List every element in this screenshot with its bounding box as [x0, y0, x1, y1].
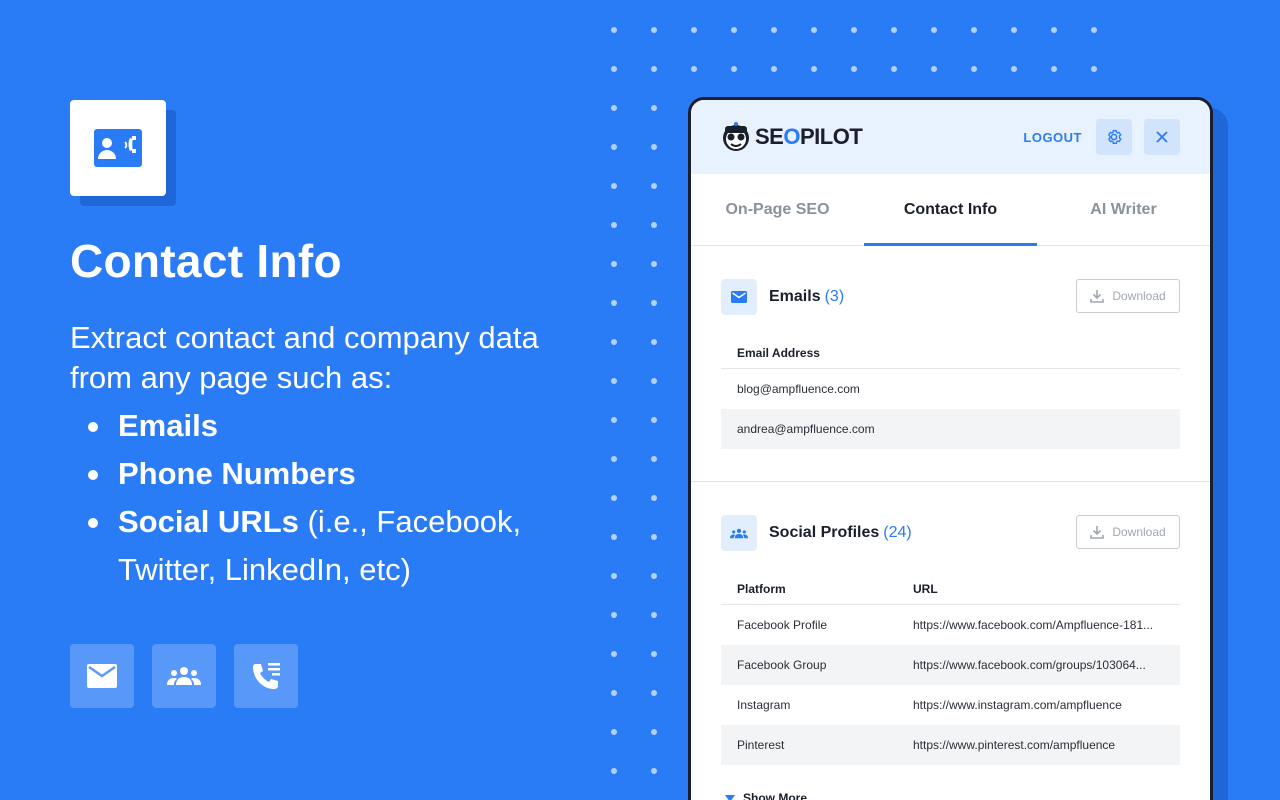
group-icon [152, 644, 216, 708]
social-profiles-section: Social Profiles (24) Download Platform U… [691, 515, 1210, 800]
close-button[interactable] [1144, 119, 1180, 155]
table-row[interactable]: Pinterest https://www.pinterest.com/ampf… [721, 725, 1180, 765]
panel-header: SEOPILOT LOGOUT [691, 100, 1210, 174]
logout-link[interactable]: LOGOUT [1023, 130, 1082, 145]
table-row[interactable]: blog@ampfluence.com [721, 369, 1180, 409]
emails-download-button[interactable]: Download [1076, 279, 1180, 313]
feature-emails: Emails [86, 402, 521, 450]
feature-phone-numbers: Phone Numbers [86, 450, 521, 498]
phone-list-icon [234, 644, 298, 708]
seopilot-logo: SEOPILOT [721, 120, 863, 154]
tab-bar: On-Page SEO Contact Info AI Writer [691, 174, 1210, 246]
feature-social-urls: Social URLs (i.e., Facebook, Twitter, Lin… [86, 498, 521, 594]
social-profiles-count: (24) [883, 524, 912, 541]
hero-feature-list: Emails Phone Numbers Social URLs (i.e., … [86, 402, 521, 594]
tab-ai-writer[interactable]: AI Writer [1037, 174, 1210, 245]
caret-down-icon [725, 794, 735, 800]
hero-title: Contact Info [70, 235, 342, 287]
hero-contact-icon-card [70, 100, 176, 206]
contact-phone-icon [70, 100, 166, 196]
table-row[interactable]: andrea@ampfluence.com [721, 409, 1180, 449]
tab-contact-info[interactable]: Contact Info [864, 174, 1037, 246]
table-header: Platform URL [721, 573, 1180, 605]
social-profiles-table: Platform URL Facebook Profile https://ww… [721, 573, 1180, 765]
emails-section: Emails (3) Download Email Address blog@a… [691, 279, 1210, 449]
feature-icons-row [70, 644, 298, 708]
hero-description: Extract contact and company data from an… [70, 320, 539, 395]
email-icon [721, 279, 757, 315]
emails-count: (3) [824, 288, 845, 305]
table-row[interactable]: Instagram https://www.instagram.com/ampf… [721, 685, 1180, 725]
group-icon [721, 515, 757, 551]
table-row[interactable]: Facebook Group https://www.facebook.com/… [721, 645, 1180, 685]
tab-on-page-seo[interactable]: On-Page SEO [691, 174, 864, 245]
download-icon [1090, 526, 1105, 539]
email-icon [70, 644, 134, 708]
close-icon [1156, 131, 1168, 143]
emails-table: Email Address blog@ampfluence.com andrea… [721, 337, 1180, 449]
section-divider [691, 481, 1210, 482]
download-icon [1090, 290, 1105, 303]
pilot-mascot-icon [723, 122, 749, 151]
gear-icon [1107, 130, 1122, 144]
emails-title: Emails [769, 288, 821, 305]
settings-button[interactable] [1096, 119, 1132, 155]
social-download-button[interactable]: Download [1076, 515, 1180, 549]
table-header: Email Address [721, 337, 1180, 369]
table-row[interactable]: Facebook Profile https://www.facebook.co… [721, 605, 1180, 645]
extension-panel: SEOPILOT LOGOUT On-Page SEO Contact Info… [688, 97, 1213, 800]
social-profiles-title: Social Profiles [769, 524, 880, 541]
show-more-button[interactable]: Show More [721, 791, 1180, 800]
